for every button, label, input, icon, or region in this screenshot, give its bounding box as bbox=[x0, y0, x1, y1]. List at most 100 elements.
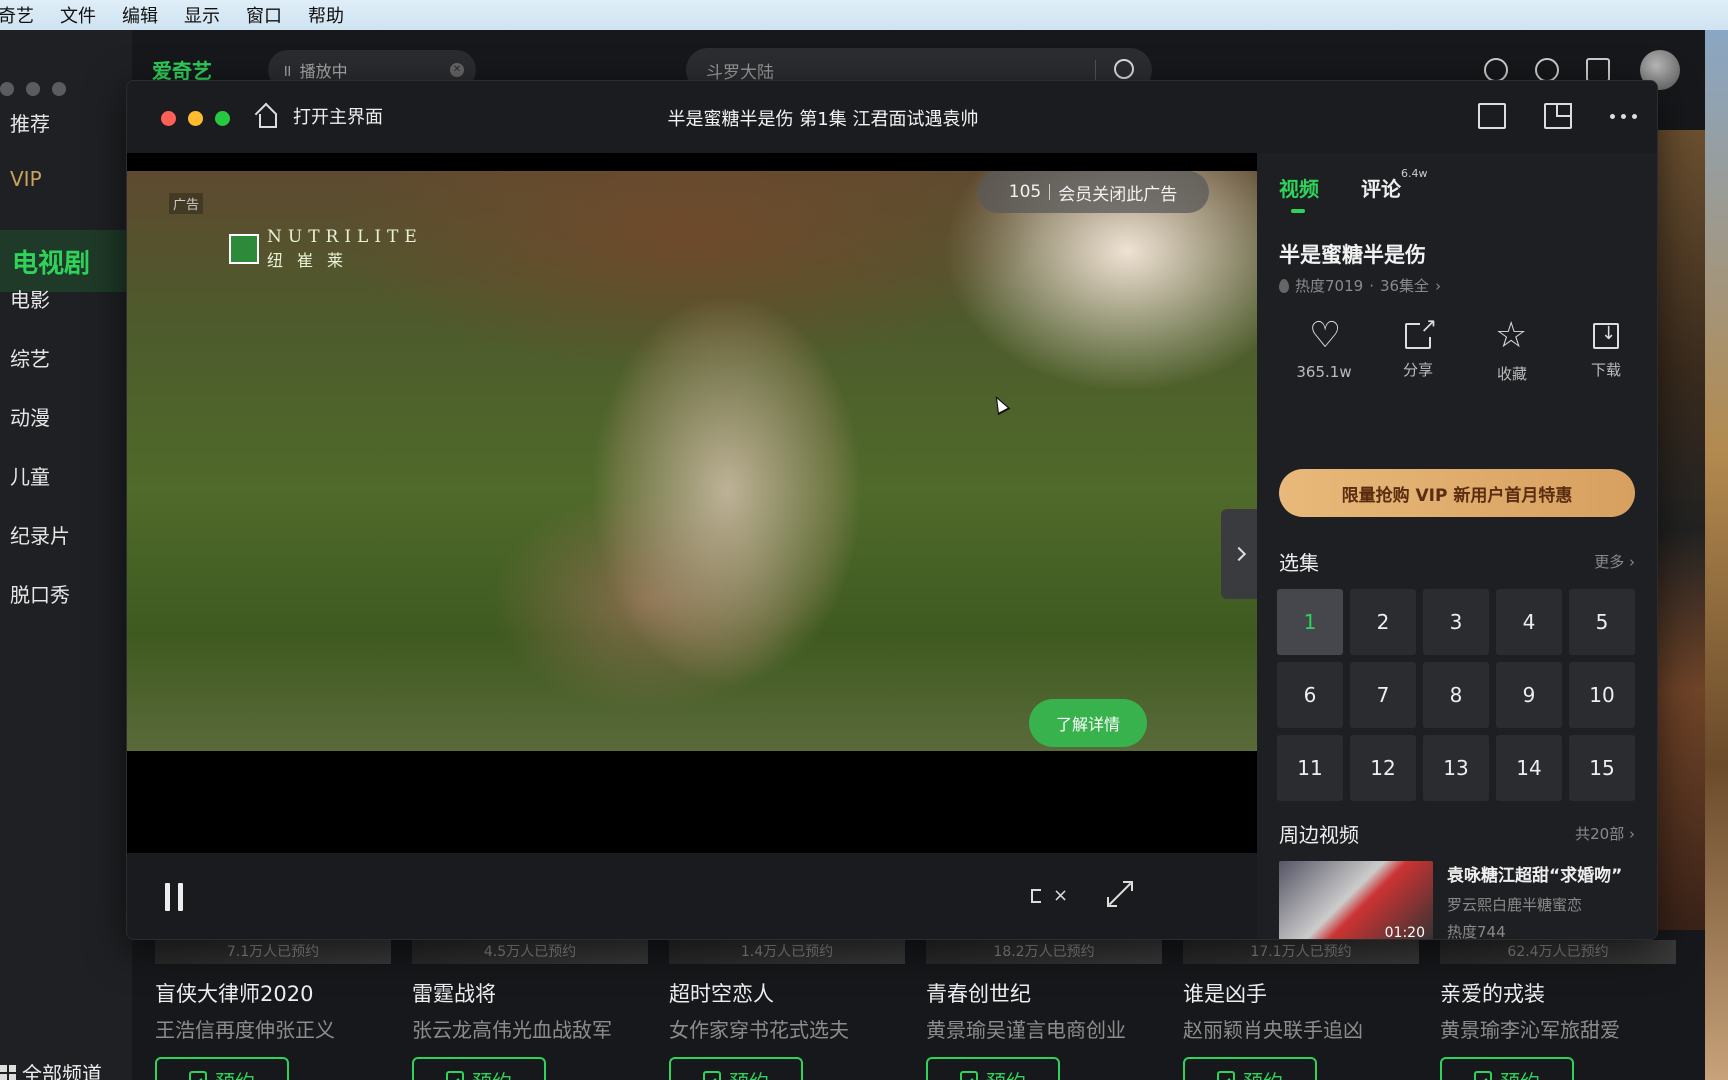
calendar-icon bbox=[189, 1071, 207, 1080]
show-meta[interactable]: 热度7019 · 36集全 › bbox=[1279, 275, 1441, 296]
show-title[interactable]: 半是蜜糖半是伤 bbox=[1279, 239, 1426, 269]
episode-title: 半是蜜糖半是伤 第1集 江君面试遇袁帅 bbox=[667, 109, 979, 130]
search-icon[interactable] bbox=[1114, 59, 1134, 79]
menu-help[interactable]: 帮助 bbox=[308, 2, 344, 28]
like-button[interactable]: 365.1w bbox=[1279, 315, 1369, 384]
card-title[interactable]: 盲侠大律师2020 bbox=[155, 978, 391, 1008]
sidebar-item-recommend[interactable]: 推荐 bbox=[10, 108, 50, 137]
card-desc: 王浩信再度伸张正义 bbox=[155, 1018, 335, 1042]
meta-dot: · bbox=[1369, 276, 1374, 295]
sidebar-item-documentary[interactable]: 纪录片 bbox=[10, 520, 70, 549]
related-clip[interactable]: 01:20 袁咏糖江超甜“求婚吻” 罗云熙白鹿半糖蜜恋 热度744 bbox=[1279, 861, 1649, 940]
reserve-button[interactable]: 预约 bbox=[1440, 1057, 1574, 1080]
card[interactable]: 4.5万人已预约 雷霆战将 张云龙高伟光血战敌军 预约 bbox=[412, 940, 648, 1080]
clip-heat: 热度744 bbox=[1447, 923, 1506, 940]
sidebar-item-tv[interactable]: 电视剧 bbox=[0, 230, 132, 292]
vip-promo-button[interactable]: 限量抢购 VIP 新用户首月特惠 bbox=[1279, 469, 1635, 517]
reserve-label: 预约 bbox=[215, 1066, 255, 1080]
episode-button[interactable]: 11 bbox=[1277, 735, 1343, 801]
mute-button[interactable]: × bbox=[1031, 883, 1068, 911]
episode-button[interactable]: 15 bbox=[1569, 735, 1635, 801]
tab-comments[interactable]: 评论 6.4w bbox=[1361, 167, 1428, 202]
episode-button[interactable]: 13 bbox=[1423, 735, 1489, 801]
ad-video-frame[interactable]: 广告 NUTRILITE 纽崔莱 105 会员关闭此广告 了解详情 bbox=[127, 171, 1257, 751]
refresh-icon[interactable] bbox=[1484, 58, 1508, 82]
card-title[interactable]: 超时空恋人 bbox=[669, 978, 905, 1008]
card[interactable]: 62.4万人已预约 亲爱的戎装 黄景瑜李沁军旅甜爱 预约 bbox=[1440, 940, 1676, 1080]
sidebar-item-variety[interactable]: 综艺 bbox=[10, 343, 50, 372]
episode-button[interactable]: 2 bbox=[1350, 589, 1416, 655]
related-count: 共20部 bbox=[1575, 825, 1625, 843]
card-title[interactable]: 谁是凶手 bbox=[1183, 978, 1419, 1008]
episode-button[interactable]: 8 bbox=[1423, 662, 1489, 728]
history-icon[interactable] bbox=[1535, 58, 1559, 82]
episode-button[interactable]: 14 bbox=[1496, 735, 1562, 801]
skip-ad-label: 会员关闭此广告 bbox=[1058, 184, 1178, 205]
episodes-more-link[interactable]: 更多 › bbox=[1594, 551, 1635, 572]
share-button[interactable]: 分享 bbox=[1373, 313, 1463, 384]
menu-file[interactable]: 文件 bbox=[60, 2, 96, 28]
card[interactable]: 7.1万人已预约 盲侠大律师2020 王浩信再度伸张正义 预约 bbox=[155, 940, 391, 1080]
reserve-button[interactable]: 预约 bbox=[155, 1057, 289, 1080]
episode-button[interactable]: 12 bbox=[1350, 735, 1416, 801]
picture-in-picture-icon[interactable] bbox=[1544, 103, 1572, 129]
leaf-icon bbox=[229, 234, 259, 264]
sidebar-item-talkshow[interactable]: 脱口秀 bbox=[10, 579, 70, 608]
episode-button[interactable]: 9 bbox=[1496, 662, 1562, 728]
card-title[interactable]: 雷霆战将 bbox=[412, 978, 648, 1008]
sidebar-item-kids[interactable]: 儿童 bbox=[10, 461, 50, 490]
card[interactable]: 1.4万人已预约 超时空恋人 女作家穿书花式选夫 预约 bbox=[669, 940, 905, 1080]
reserve-button[interactable]: 预约 bbox=[412, 1057, 546, 1080]
download-manager-icon[interactable] bbox=[1586, 58, 1610, 82]
collapse-panel-button[interactable] bbox=[1221, 509, 1257, 599]
video-area[interactable]: 广告 NUTRILITE 纽崔莱 105 会员关闭此广告 了解详情 bbox=[127, 153, 1257, 853]
vip-skip-ad-button[interactable]: 105 会员关闭此广告 bbox=[977, 171, 1209, 213]
close-icon[interactable]: ✕ bbox=[450, 63, 464, 77]
related-more-link[interactable]: 共20部 › bbox=[1575, 823, 1635, 844]
reserve-button[interactable]: 预约 bbox=[926, 1057, 1060, 1080]
tab-video[interactable]: 视频 bbox=[1279, 173, 1319, 213]
reserve-count: 17.1万人已预约 bbox=[1183, 940, 1419, 964]
crop-icon[interactable] bbox=[1478, 103, 1506, 129]
reserve-label: 预约 bbox=[729, 1066, 769, 1080]
learn-more-button[interactable]: 了解详情 bbox=[1029, 699, 1147, 747]
all-channels-button[interactable]: 全部频道 bbox=[0, 1058, 102, 1080]
tab-comments-label: 评论 bbox=[1361, 177, 1401, 201]
menu-app-name[interactable]: 奇艺 bbox=[0, 2, 34, 28]
episode-button[interactable]: 7 bbox=[1350, 662, 1416, 728]
menu-edit[interactable]: 编辑 bbox=[122, 2, 158, 28]
episode-button[interactable]: 6 bbox=[1277, 662, 1343, 728]
sidebar-item-anime[interactable]: 动漫 bbox=[10, 402, 50, 431]
card[interactable]: 18.2万人已预约 青春创世纪 黄景瑜吴谨言电商创业 预约 bbox=[926, 940, 1162, 1080]
reserve-count: 4.5万人已预约 bbox=[412, 940, 648, 964]
clip-title[interactable]: 袁咏糖江超甜“求婚吻” bbox=[1447, 861, 1622, 886]
episode-button[interactable]: 10 bbox=[1569, 662, 1635, 728]
episode-button[interactable]: 5 bbox=[1569, 589, 1635, 655]
reservation-cards: 7.1万人已预约 盲侠大律师2020 王浩信再度伸张正义 预约 4.5万人已预约… bbox=[155, 940, 1705, 1080]
episode-button[interactable]: 1 bbox=[1277, 589, 1343, 655]
pause-button[interactable] bbox=[165, 883, 187, 911]
download-button[interactable]: 下载 bbox=[1561, 323, 1651, 384]
brand-name-en: NUTRILITE bbox=[267, 227, 423, 247]
episode-button[interactable]: 4 bbox=[1496, 589, 1562, 655]
sidebar-item-vip[interactable]: VIP bbox=[10, 167, 42, 191]
card-title[interactable]: 青春创世纪 bbox=[926, 978, 1162, 1008]
card-title[interactable]: 亲爱的戎装 bbox=[1440, 978, 1676, 1008]
favorite-button[interactable]: 收藏 bbox=[1467, 315, 1557, 384]
fullscreen-button[interactable] bbox=[1107, 881, 1133, 907]
bg-window-controls bbox=[0, 82, 66, 96]
reserve-button[interactable]: 预约 bbox=[1183, 1057, 1317, 1080]
calendar-icon bbox=[1217, 1071, 1235, 1080]
episode-button[interactable]: 3 bbox=[1423, 589, 1489, 655]
card[interactable]: 17.1万人已预约 谁是凶手 赵丽颖肖央联手追凶 预约 bbox=[1183, 940, 1419, 1080]
menu-window[interactable]: 窗口 bbox=[246, 2, 282, 28]
episode-grid: 1 2 3 4 5 6 7 8 9 10 11 12 13 14 15 bbox=[1277, 589, 1643, 801]
favorite-label: 收藏 bbox=[1496, 365, 1527, 383]
clip-thumbnail[interactable]: 01:20 bbox=[1279, 861, 1433, 939]
sidebar-item-movie[interactable]: 电影 bbox=[10, 284, 50, 313]
more-icon[interactable] bbox=[1610, 113, 1637, 119]
reserve-button[interactable]: 预约 bbox=[669, 1057, 803, 1080]
reserve-label: 预约 bbox=[986, 1066, 1026, 1080]
menu-view[interactable]: 显示 bbox=[184, 2, 220, 28]
reserve-label: 预约 bbox=[1500, 1066, 1540, 1080]
